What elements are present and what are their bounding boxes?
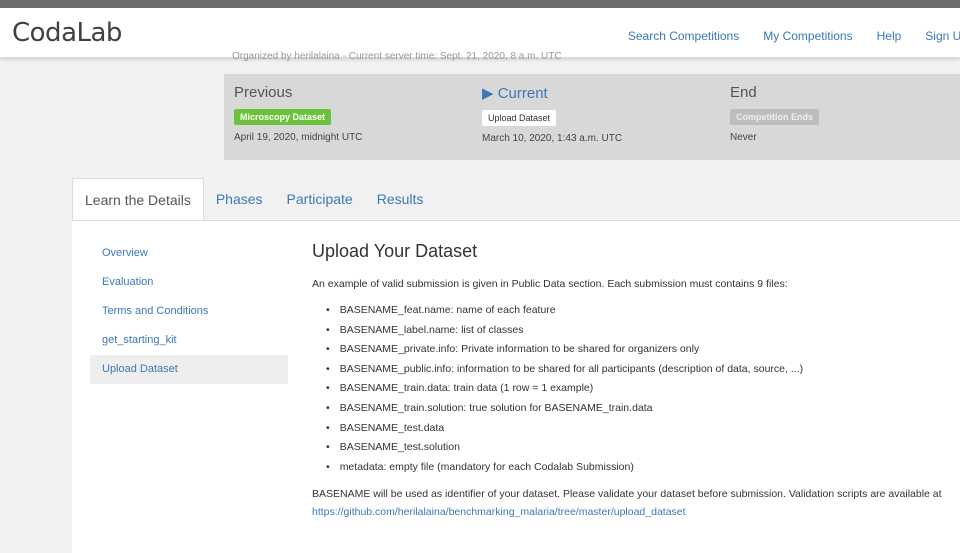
file-list: BASENAME_feat.name: name of each feature… [326,301,942,477]
browser-top-strip [0,0,960,8]
details-content-panel: Overview Evaluation Terms and Conditions… [72,220,960,553]
phase-previous-date: April 19, 2020, midnight UTC [234,132,363,143]
page-title: Upload Your Dataset [312,241,478,261]
validation-scripts-link[interactable]: https://github.com/herilalaina/benchmark… [312,506,686,518]
tab-learn-the-details[interactable]: Learn the Details [72,178,204,221]
file-list-item: BASENAME_test.solution [326,438,942,458]
file-list-item: BASENAME_label.name: list of classes [326,321,942,341]
sidenav-upload-dataset[interactable]: Upload Dataset [90,355,288,384]
phase-end-title: End [730,84,757,101]
intro-text: An example of valid submission is given … [312,278,788,290]
phase-current-date: March 10, 2020, 1:43 a.m. UTC [482,133,623,144]
sidenav-get-starting-kit[interactable]: get_starting_kit [90,326,288,355]
sidenav-evaluation[interactable]: Evaluation [90,268,288,297]
file-list-item: BASENAME_train.solution: true solution f… [326,399,942,419]
phase-previous-badge: Microscopy Dataset [234,109,332,125]
nav-my-competitions[interactable]: My Competitions [763,29,852,43]
tab-participate[interactable]: Participate [275,178,365,221]
nav-search-competitions[interactable]: Search Competitions [628,29,739,43]
nav-help[interactable]: Help [877,29,902,43]
sidenav-overview[interactable]: Overview [90,239,288,268]
phase-current-badge: Upload Dataset [482,110,557,126]
outro-paragraph: BASENAME will be used as identifier of y… [312,485,942,521]
competition-tabs: Learn the Details Phases Participate Res… [72,178,435,221]
file-list-item: BASENAME_test.data [326,419,942,439]
phase-previous: Previous Microscopy Dataset April 19, 20… [234,84,362,143]
phase-end-date: Never [730,132,757,143]
file-list-item: BASENAME_public.info: information to be … [326,360,942,380]
outro-text: BASENAME will be used as identifier of y… [312,488,942,501]
phase-previous-title: Previous [234,84,293,101]
main-article: Upload Your Dataset An example of valid … [312,241,942,521]
phases-panel: Previous Microscopy Dataset April 19, 20… [224,74,960,160]
file-list-item: BASENAME_private.info: Private informati… [326,340,942,360]
nav-links: Search Competitions My Competitions Help… [604,29,960,43]
phase-end: End Competition Ends Never [730,84,819,143]
tab-phases[interactable]: Phases [204,178,275,221]
phase-end-badge: Competition Ends [730,109,819,125]
codalab-logo[interactable]: CodaLab [12,18,122,48]
sidenav-terms-and-conditions[interactable]: Terms and Conditions [90,297,288,326]
nav-sign-up[interactable]: Sign Up [925,29,960,43]
details-sidenav: Overview Evaluation Terms and Conditions… [90,239,288,384]
phase-current: ▶ Current Upload Dataset March 10, 2020,… [482,84,622,144]
organized-by-line: Organized by herilalaina - Current serve… [232,51,562,62]
file-list-item: BASENAME_train.data: train data (1 row =… [326,379,942,399]
file-list-item: metadata: empty file (mandatory for each… [326,458,942,478]
file-list-item: BASENAME_feat.name: name of each feature [326,301,942,321]
tab-results[interactable]: Results [365,178,436,221]
phase-current-title: ▶ Current [482,85,548,102]
